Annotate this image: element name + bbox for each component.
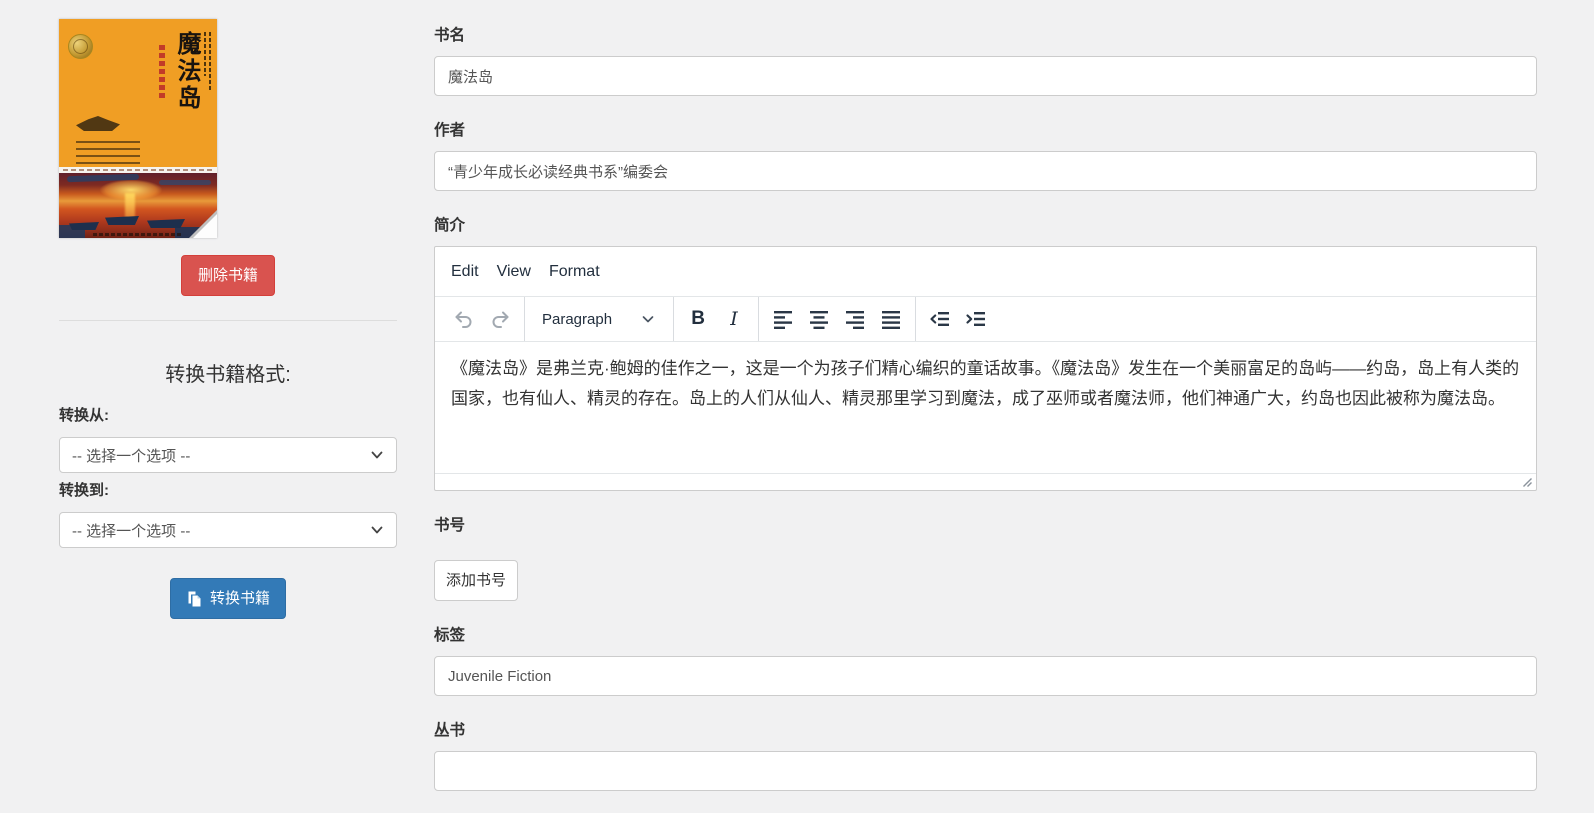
convert-book-button[interactable]: 转换书籍 (169, 578, 286, 619)
award-seal-icon (68, 34, 93, 59)
undo-button[interactable] (447, 302, 481, 336)
indent-button[interactable] (959, 302, 993, 336)
authors-group: 作者 (434, 118, 1537, 191)
edit-form: 书名 作者 简介 Edit View Format (434, 0, 1537, 813)
authors-label: 作者 (434, 122, 466, 139)
paragraph-format-dropdown[interactable]: Paragraph (532, 302, 666, 336)
chevron-down-icon (642, 316, 654, 323)
edit-book-page: 魔法岛 删除书籍 转换书籍格式: 转换从: -- 选择一个选项 -- 转换到: … (0, 0, 1594, 813)
description-group: 简介 Edit View Format Paragraph B I 《魔法岛》是… (434, 213, 1537, 491)
convert-to-select[interactable]: -- 选择一个选项 -- (59, 512, 397, 548)
book-title-label: 书名 (434, 27, 466, 44)
series-group: 丛书 (434, 718, 1537, 791)
sidebar: 魔法岛 删除书籍 转换书籍格式: 转换从: -- 选择一个选项 -- 转换到: … (59, 0, 397, 813)
editor-resize-handle[interactable] (1520, 475, 1534, 489)
editor-toolbar: Paragraph B I (435, 297, 1536, 342)
editor-menu-edit[interactable]: Edit (442, 257, 488, 287)
book-title-group: 书名 (434, 23, 1537, 96)
series-input[interactable] (434, 751, 1537, 791)
cover-publisher-text-art (93, 233, 181, 236)
cover-boat-art (69, 222, 99, 230)
description-editor: Edit View Format Paragraph B I 《魔法岛》是弗兰克… (434, 246, 1537, 491)
font-style-group: B I (674, 297, 758, 341)
book-cover: 魔法岛 (59, 19, 217, 238)
cover-title: 魔法岛 (173, 31, 200, 112)
align-left-button[interactable] (766, 302, 800, 336)
align-right-icon (846, 311, 865, 329)
tags-label: 标签 (434, 627, 466, 644)
paragraph-format-value: Paragraph (542, 310, 613, 328)
bold-icon: B (691, 308, 705, 329)
convert-to-selected-option: -- 选择一个选项 -- (72, 522, 191, 540)
tags-group: 标签 (434, 623, 1537, 696)
series-label: 丛书 (434, 722, 466, 739)
outdent-button[interactable] (923, 302, 957, 336)
redo-icon (492, 311, 509, 328)
duplicate-icon (188, 591, 201, 606)
convert-from-label: 转换从: (59, 407, 109, 424)
indent-group (916, 297, 1000, 341)
align-right-button[interactable] (838, 302, 872, 336)
redo-button[interactable] (483, 302, 517, 336)
cover-island-art (76, 116, 120, 131)
block-format-group: Paragraph (525, 297, 673, 341)
page-curl (193, 214, 217, 238)
cover-boat-art (147, 219, 185, 228)
italic-icon: I (730, 308, 738, 330)
add-identifier-button[interactable]: 添加书号 (434, 560, 519, 601)
editor-menu-format[interactable]: Format (540, 257, 609, 287)
chevron-down-icon (371, 451, 383, 459)
editor-statusbar (435, 473, 1536, 490)
undo-icon (455, 311, 472, 328)
book-title-input[interactable] (434, 56, 1537, 96)
editor-menubar: Edit View Format (435, 247, 1536, 297)
cover-subtitle-art (159, 45, 165, 99)
justify-icon (882, 311, 901, 329)
justify-button[interactable] (874, 302, 908, 336)
convert-to-label: 转换到: (59, 482, 109, 499)
align-center-button[interactable] (802, 302, 836, 336)
authors-input[interactable] (434, 151, 1537, 191)
convert-book-button-label: 转换书籍 (209, 590, 270, 607)
convert-from-selected-option: -- 选择一个选项 -- (72, 447, 191, 465)
cover-blurb-art (76, 141, 140, 168)
cover-author-art (209, 32, 211, 90)
delete-book-button[interactable]: 删除书籍 (180, 255, 275, 296)
cover-cloud-art (159, 180, 211, 185)
description-paragraph: 《魔法岛》是弗兰克·鲍姆的佳作之一，这是一个为孩子们精心编织的童话故事。《魔法岛… (451, 359, 1520, 408)
alignment-group (759, 297, 915, 341)
description-content[interactable]: 《魔法岛》是弗兰克·鲍姆的佳作之一，这是一个为孩子们精心编织的童话故事。《魔法岛… (435, 342, 1536, 473)
cover-author-art (204, 32, 206, 76)
history-group (440, 297, 524, 341)
sidebar-divider (59, 320, 397, 321)
identifiers-group: 书号 添加书号 (434, 513, 1537, 601)
tags-input[interactable] (434, 656, 1537, 696)
convert-from-select[interactable]: -- 选择一个选项 -- (59, 437, 397, 473)
indent-icon (966, 312, 986, 326)
bold-button[interactable]: B (681, 302, 715, 336)
editor-menu-view[interactable]: View (488, 257, 540, 287)
chevron-down-icon (371, 526, 383, 534)
description-label: 简介 (434, 217, 466, 234)
convert-format-heading: 转换书籍格式: (165, 364, 291, 386)
outdent-icon (930, 312, 950, 326)
align-left-icon (774, 311, 793, 329)
resize-grip-icon (1523, 478, 1532, 487)
align-center-icon (810, 311, 829, 329)
italic-button[interactable]: I (717, 302, 751, 336)
cover-boat-art (105, 216, 139, 225)
identifiers-label: 书号 (434, 517, 466, 534)
cover-banner-text-art (63, 169, 213, 171)
cover-cloud-art (66, 173, 140, 183)
